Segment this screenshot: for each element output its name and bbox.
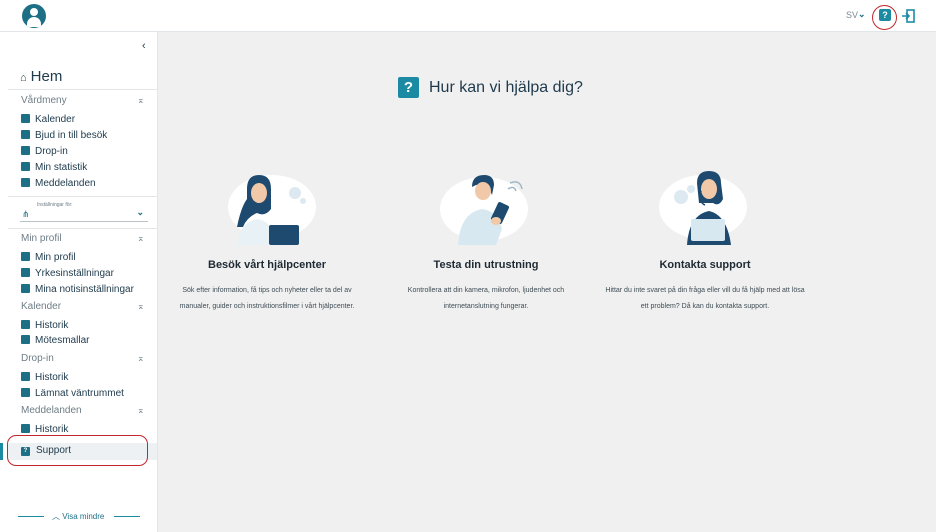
user-avatar[interactable] (22, 4, 46, 28)
collapse-sidebar-button[interactable]: ‹ (142, 40, 146, 52)
invite-icon (21, 130, 30, 139)
card-description: Kontrollera att din kamera, mikrofon, lj… (407, 287, 565, 310)
home-label: Hem (30, 68, 63, 85)
collapse-section-icon[interactable]: ⌅ (137, 301, 145, 312)
collapse-section-icon[interactable]: ⌅ (137, 353, 145, 364)
show-less-button[interactable]: ︿ Visa mindre (0, 510, 158, 522)
sidebar: ‹ ⌂ Hem Vårdmeny ⌅ Kalender Bjud in till … (0, 32, 158, 532)
calendar-icon (21, 320, 30, 329)
chevron-down-icon: ⌄ (136, 207, 144, 217)
sidebar-item-min-profil[interactable]: Min profil (21, 251, 76, 264)
sidebar-item-yrkesinstallningar[interactable]: Yrkesinställningar (21, 267, 114, 280)
logout-icon[interactable] (901, 9, 915, 23)
bar-chart-icon (21, 162, 30, 171)
person-settings-icon (21, 268, 30, 277)
card-title: Kontakta support (659, 259, 751, 271)
section-vardmeny-title[interactable]: Vårdmeny (21, 95, 67, 106)
chevron-up-icon: ︿ (52, 512, 63, 521)
calendar-icon (21, 114, 30, 123)
history-icon (21, 424, 30, 433)
sidebar-item-kalender[interactable]: Kalender (21, 113, 75, 126)
test-equipment-illustration (440, 175, 528, 245)
settings-for-select[interactable]: ⋔ ⌄ (20, 206, 148, 222)
main-content: ? Hur kan vi hjälpa dig? Besök vårt hjäl… (158, 32, 936, 532)
template-icon (21, 335, 30, 344)
top-bar: SV ⌄ ? (0, 0, 936, 32)
collapse-section-icon[interactable]: ⌅ (137, 233, 145, 244)
sidebar-item-lamnat-vantrummet[interactable]: Lämnat väntrummet (21, 387, 124, 400)
divider (18, 516, 44, 517)
person-icon (21, 252, 30, 261)
highlight-circle (7, 435, 148, 466)
avatar-head (30, 8, 38, 16)
sidebar-item-notisinstallningar[interactable]: Mina notisinställningar (21, 283, 134, 296)
section-meddelanden-title[interactable]: Meddelanden (21, 405, 82, 416)
sidebar-item-bjud-in[interactable]: Bjud in till besök (21, 129, 107, 142)
sidebar-item-meddelanden[interactable]: Meddelanden (21, 177, 96, 190)
card-title: Besök vårt hjälpcenter (208, 259, 326, 271)
home-link[interactable]: ⌂ Hem (20, 68, 62, 85)
divider (8, 89, 158, 90)
home-icon: ⌂ (20, 72, 27, 84)
collapse-section-icon[interactable]: ⌅ (137, 95, 145, 106)
org-tree-icon: ⋔ (22, 209, 30, 219)
show-less-label: ︿ Visa mindre (52, 512, 105, 521)
divider (8, 196, 158, 197)
contact-support-illustration (659, 171, 747, 245)
collapse-section-icon[interactable]: ⌅ (137, 405, 145, 416)
megaphone-icon (21, 284, 30, 293)
sidebar-item-drop-in-historik[interactable]: Historik (21, 371, 68, 384)
message-icon (21, 178, 30, 187)
card-title: Testa din utrustning (433, 259, 539, 271)
drop-in-icon (21, 372, 30, 381)
card-description: Hittar du inte svaret på din fråga eller… (605, 287, 805, 310)
drop-in-icon (21, 388, 30, 397)
help-icon: ? (398, 77, 419, 98)
help-center-illustration (228, 175, 316, 245)
chevron-down-icon[interactable]: ⌄ (858, 9, 866, 20)
active-indicator (0, 443, 3, 460)
section-min-profil-title[interactable]: Min profil (21, 233, 62, 244)
sidebar-item-kalender-historik[interactable]: Historik (21, 319, 68, 332)
sidebar-item-drop-in[interactable]: Drop-in (21, 145, 68, 158)
drop-in-icon (21, 146, 30, 155)
sidebar-item-statistik[interactable]: Min statistik (21, 161, 87, 174)
highlight-circle (872, 5, 897, 30)
divider (8, 228, 158, 229)
section-drop-in-title[interactable]: Drop-in (21, 353, 54, 364)
section-kalender-title[interactable]: Kalender (21, 301, 61, 312)
sidebar-item-motesmallar[interactable]: Mötesmallar (21, 334, 89, 347)
avatar-body (27, 17, 41, 27)
language-selector[interactable]: SV (846, 10, 858, 20)
card-description: Sök efter information, få tips och nyhet… (179, 287, 355, 310)
divider (114, 516, 140, 517)
